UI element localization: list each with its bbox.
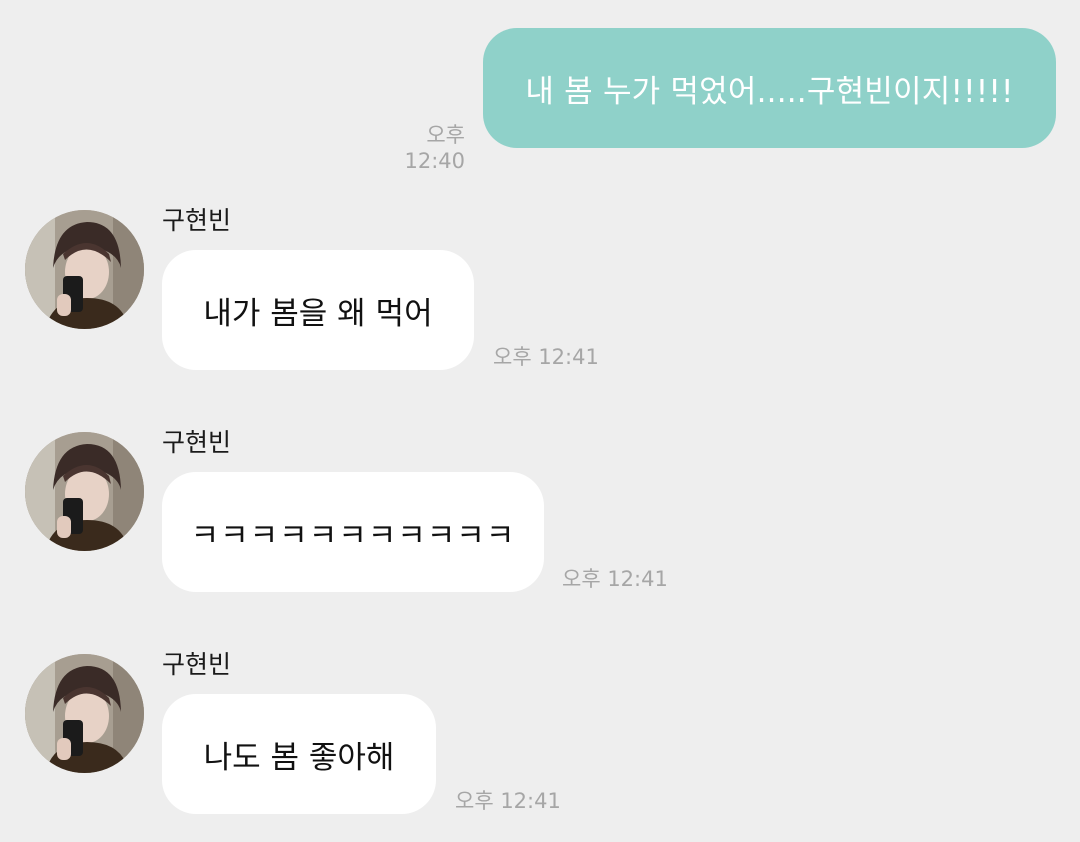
message-timestamp: 오후 12:41 [562, 567, 668, 591]
message-timestamp: 오후 12:41 [493, 345, 599, 369]
message-text: 내가 봄을 왜 먹어 [203, 295, 433, 332]
message-text: 내 봄 누가 먹었어.....구현빈이지!!!!! [525, 73, 1014, 110]
sender-name: 구현빈 [162, 206, 232, 235]
avatar[interactable] [25, 210, 144, 329]
avatar-photo-icon [25, 654, 144, 773]
incoming-message-bubble[interactable]: 내가 봄을 왜 먹어 [162, 250, 474, 370]
avatar[interactable] [25, 432, 144, 551]
message-text: ㅋㅋㅋㅋㅋㅋㅋㅋㅋㅋㅋ [190, 517, 516, 554]
chat-window: 오후 12:40 내 봄 누가 먹었어.....구현빈이지!!!!! 구현빈 내… [0, 0, 1080, 842]
outgoing-message-bubble[interactable]: 내 봄 누가 먹었어.....구현빈이지!!!!! [483, 28, 1056, 148]
message-timestamp: 오후 12:40 [404, 123, 465, 173]
message-timestamp: 오후 12:41 [455, 789, 561, 813]
incoming-message: 구현빈 나도 봄 좋아해 오후 12:41 [0, 650, 1080, 842]
incoming-message-bubble[interactable]: 나도 봄 좋아해 [162, 694, 436, 814]
sender-name: 구현빈 [162, 650, 232, 679]
message-text: 나도 봄 좋아해 [203, 739, 395, 776]
avatar-photo-icon [25, 210, 144, 329]
avatar-photo-icon [25, 432, 144, 551]
avatar[interactable] [25, 654, 144, 773]
incoming-message: 구현빈 ㅋㅋㅋㅋㅋㅋㅋㅋㅋㅋㅋ 오후 12:41 [0, 428, 1080, 632]
sender-name: 구현빈 [162, 428, 232, 457]
incoming-message: 구현빈 내가 봄을 왜 먹어 오후 12:41 [0, 206, 1080, 410]
incoming-message-bubble[interactable]: ㅋㅋㅋㅋㅋㅋㅋㅋㅋㅋㅋ [162, 472, 544, 592]
